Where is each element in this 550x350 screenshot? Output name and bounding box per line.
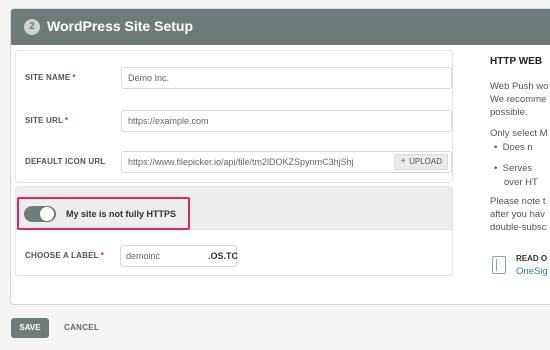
- site-url-label: SITE URL *: [25, 116, 69, 125]
- sidebar-line: Web Push wo: [490, 81, 549, 92]
- read-more-source[interactable]: OneSig: [516, 266, 548, 277]
- default-icon-url-label: DEFAULT ICON URL: [25, 157, 106, 166]
- save-button[interactable]: SAVE: [11, 318, 49, 338]
- sidebar-note: Please note t: [490, 196, 546, 207]
- plus-icon: +: [400, 156, 407, 167]
- toggle-knob: [40, 207, 54, 221]
- sidebar-bullet: • Serves: [494, 163, 533, 174]
- required-marker: *: [72, 73, 76, 82]
- https-toggle-label: My site is not fully HTTPS: [66, 209, 177, 219]
- label-input[interactable]: demoinc .OS.TC: [120, 245, 239, 267]
- sidebar-note: double-subsc: [490, 222, 547, 233]
- sidebar-line: We recomme: [490, 94, 547, 105]
- site-name-label: SITE NAME *: [25, 73, 76, 82]
- required-marker: *: [100, 251, 105, 260]
- site-name-input[interactable]: Demo Inc.: [121, 67, 452, 89]
- read-more-link[interactable]: READ O: [516, 254, 547, 263]
- sidebar-line: possible.: [490, 107, 528, 118]
- upload-button[interactable]: + UPLOAD: [394, 154, 448, 170]
- default-icon-url-input[interactable]: https://www.filepicker.io/api/file/tm2lD…: [121, 151, 452, 173]
- label-suffix: .OS.TC: [208, 251, 239, 261]
- https-toggle-switch[interactable]: [24, 206, 56, 222]
- panel-title: WordPress Site Setup: [47, 18, 194, 34]
- cancel-button[interactable]: CANCEL: [64, 323, 99, 332]
- sidebar-note: after you hav: [490, 209, 545, 220]
- panel-header: 2 WordPress Site Setup: [11, 9, 550, 45]
- sidebar-line: Only select M: [490, 128, 548, 139]
- default-icon-url-value: https://www.filepicker.io/api/file/tm2lD…: [128, 157, 354, 167]
- sidebar-bullet: • Does n: [494, 142, 533, 153]
- step-number-badge: 2: [24, 19, 40, 35]
- sidebar-title: HTTP WEB: [490, 56, 543, 67]
- sidebar-bullet-cont: over HT: [504, 177, 538, 188]
- choose-label-label: CHOOSE A LABEL *: [25, 251, 105, 260]
- book-icon: [492, 256, 506, 274]
- site-url-input[interactable]: https://example.com: [121, 110, 452, 132]
- sidebar-help: HTTP WEB Web Push wo We recomme possible…: [488, 50, 550, 290]
- upload-label: UPLOAD: [409, 157, 442, 166]
- required-marker: *: [65, 116, 69, 125]
- label-input-value: demoinc: [126, 251, 161, 261]
- site-settings-card: SITE NAME * Demo Inc. SITE URL * https://e…: [15, 50, 453, 183]
